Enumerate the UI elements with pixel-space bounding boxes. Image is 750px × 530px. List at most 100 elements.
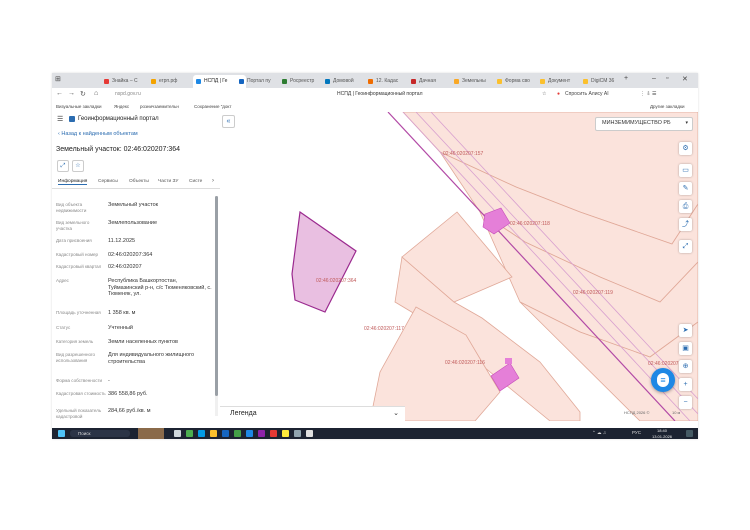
other-bookmarks[interactable]: Другие закладки [650,103,684,111]
alisa-button[interactable]: Спросить Алису AI [565,91,609,97]
yandex-browser-icon[interactable] [282,430,289,437]
map-target-icon[interactable]: ⊕ [679,360,692,373]
browser-window: ⊞ Знайка – С егрп.рф НСПД | Ге Портал пу… [52,73,698,439]
alisa-icon[interactable]: ● [557,91,560,97]
field-value: Республика Башкортостан, Туймазинский р-… [108,278,212,297]
favicon-icon [104,79,109,84]
selected-parcel-364[interactable] [291,210,357,313]
notifications-icon[interactable] [686,430,693,437]
back-arrow-icon[interactable]: ← [56,90,63,97]
chevron-down-icon[interactable]: ▾ [685,120,688,126]
legend-bar[interactable]: Легенда ⌄ [220,406,405,422]
app-icon[interactable] [306,430,313,437]
print-icon[interactable]: ⎙ [679,200,692,213]
legend-label[interactable]: Легенда [230,410,257,417]
parcel-label: 02:46:020207:119 [573,290,613,296]
app-icon[interactable] [270,430,277,437]
zoom-out-icon[interactable]: − [679,396,692,409]
back-link[interactable]: ‹ Назад к найденным объектам [58,131,138,137]
object-info-panel: ‹ Назад к найденным объектам Земельный у… [52,128,221,421]
taskbar-widget-image[interactable] [138,428,164,439]
tab-system[interactable]: Систе [189,179,202,184]
taskbar-search[interactable]: Поиск [70,430,130,437]
reload-icon[interactable]: ↻ [80,90,86,98]
word-icon[interactable] [246,430,253,437]
tabs-next-icon[interactable]: › [212,178,214,184]
folder-icon[interactable] [210,430,217,437]
bookmark-star-icon[interactable]: ☆ [542,91,546,97]
menu-icon[interactable]: ☰ [57,115,63,123]
forward-arrow-icon[interactable]: → [68,90,75,97]
favicon-icon [583,79,588,84]
field-value: 284,66 руб./кв. м [108,408,151,414]
home-icon[interactable]: ⌂ [94,90,98,97]
share-map-icon[interactable]: ⤴ [679,218,692,231]
layers-icon[interactable]: ▭ [679,164,692,177]
app-icon[interactable] [294,430,301,437]
map-info-icon[interactable]: ▣ [679,342,692,355]
favicon-icon [411,79,416,84]
portal-logo-icon [69,116,75,122]
field-value: Земли населенных пунктов [108,339,178,345]
bookmark-item[interactable]: Яндекс [114,103,129,111]
windows-taskbar: Поиск ⌃ ☁ ♫ РУС 18:40 13.01.2026 [52,428,698,439]
url-field[interactable]: nspd.gov.ru НСПД | Геоинформационный пор… [109,90,529,99]
building[interactable] [505,358,512,364]
zoom-in-icon[interactable]: + [679,378,692,391]
object-title: Земельный участок: 02:46:020207:364 [56,146,181,153]
settings-icon[interactable]: ⚙ [679,142,692,155]
app-icon[interactable] [198,430,205,437]
tray-icons[interactable]: ⌃ ☁ ♫ [592,430,606,436]
panel-scrollbar[interactable] [215,196,218,416]
collapse-panel-icon[interactable]: « [222,115,235,128]
task-view-icon[interactable] [174,430,181,437]
locate-icon[interactable]: ➤ [679,324,692,337]
field-value: - [108,378,110,384]
parcel-label: 02:46:020207:364 [316,278,357,284]
field-label: Удельный показатель кадастровой [56,408,102,419]
dropdown-value[interactable]: МИНЗЕМИМУЩЕСТВО РБ [602,120,671,126]
bookmark-item[interactable]: розничзаемительн [140,103,179,111]
address-bar: ← → ↻ ⌂ nspd.gov.ru НСПД | Геоинформацио… [52,88,698,103]
field-value: Учтенный [108,325,133,331]
app-icon[interactable] [258,430,265,437]
excel-icon[interactable] [234,430,241,437]
language-indicator[interactable]: РУС [632,430,641,435]
tab-objects[interactable]: Объекты [129,179,149,184]
tab-parts[interactable]: Части ЗУ [158,179,178,184]
fullscreen-icon[interactable]: ⤢ [679,240,692,253]
favicon-icon [454,79,459,84]
extensions-icon[interactable]: ⋮ ⇩ ☰ [640,91,656,97]
cadastral-map[interactable]: 02:46:020207:157 02:46:020207:118 02:46:… [220,112,698,421]
share-icon[interactable]: ⤢ [57,160,69,172]
tab-info[interactable]: Информация [58,179,88,185]
chevron-down-icon[interactable]: ⌄ [393,409,399,417]
field-value: 1 358 кв. м [108,310,136,316]
parcel-label: 02:46:020207:118 [510,221,550,227]
app-icon[interactable] [222,430,229,437]
bookmark-item[interactable]: Сохранение "докт [194,103,232,111]
app-icon[interactable] [186,430,193,437]
favorite-star-icon[interactable]: ☆ [72,160,84,172]
close-icon[interactable]: ✕ [682,75,688,83]
field-label: Площадь уточненная [56,310,101,315]
parcel-label: 02:46:020207:116 [445,360,485,366]
minimize-icon[interactable]: – [652,75,656,82]
tab-services[interactable]: Сервисы [98,179,118,184]
maximize-icon[interactable]: ▫ [666,75,668,82]
cadastral-quarter[interactable]: 02:46:020207 [108,264,213,271]
windows-start-icon[interactable] [58,430,65,437]
new-tab-icon[interactable]: + [624,75,628,82]
clock[interactable]: 18:40 13.01.2026 [652,428,672,439]
tab-list-icon[interactable]: ⊞ [55,75,61,83]
organization-dropdown[interactable]: МИНЗЕМИМУЩЕСТВО РБ ▾ [595,117,693,131]
map-canvas[interactable]: 02:46:020207:157 02:46:020207:118 02:46:… [220,112,698,421]
scrollbar-thumb[interactable] [215,196,218,396]
assistant-fab-button[interactable]: ≡ [651,368,675,392]
bookmark-item[interactable]: Визуальные закладки [56,103,102,111]
favicon-icon [540,79,545,84]
favicon-icon [282,79,287,84]
cadastral-number[interactable]: 02:46:020207:364 [108,252,213,259]
measure-icon[interactable]: ✎ [679,182,692,195]
field-value: Землепользование [108,220,158,226]
